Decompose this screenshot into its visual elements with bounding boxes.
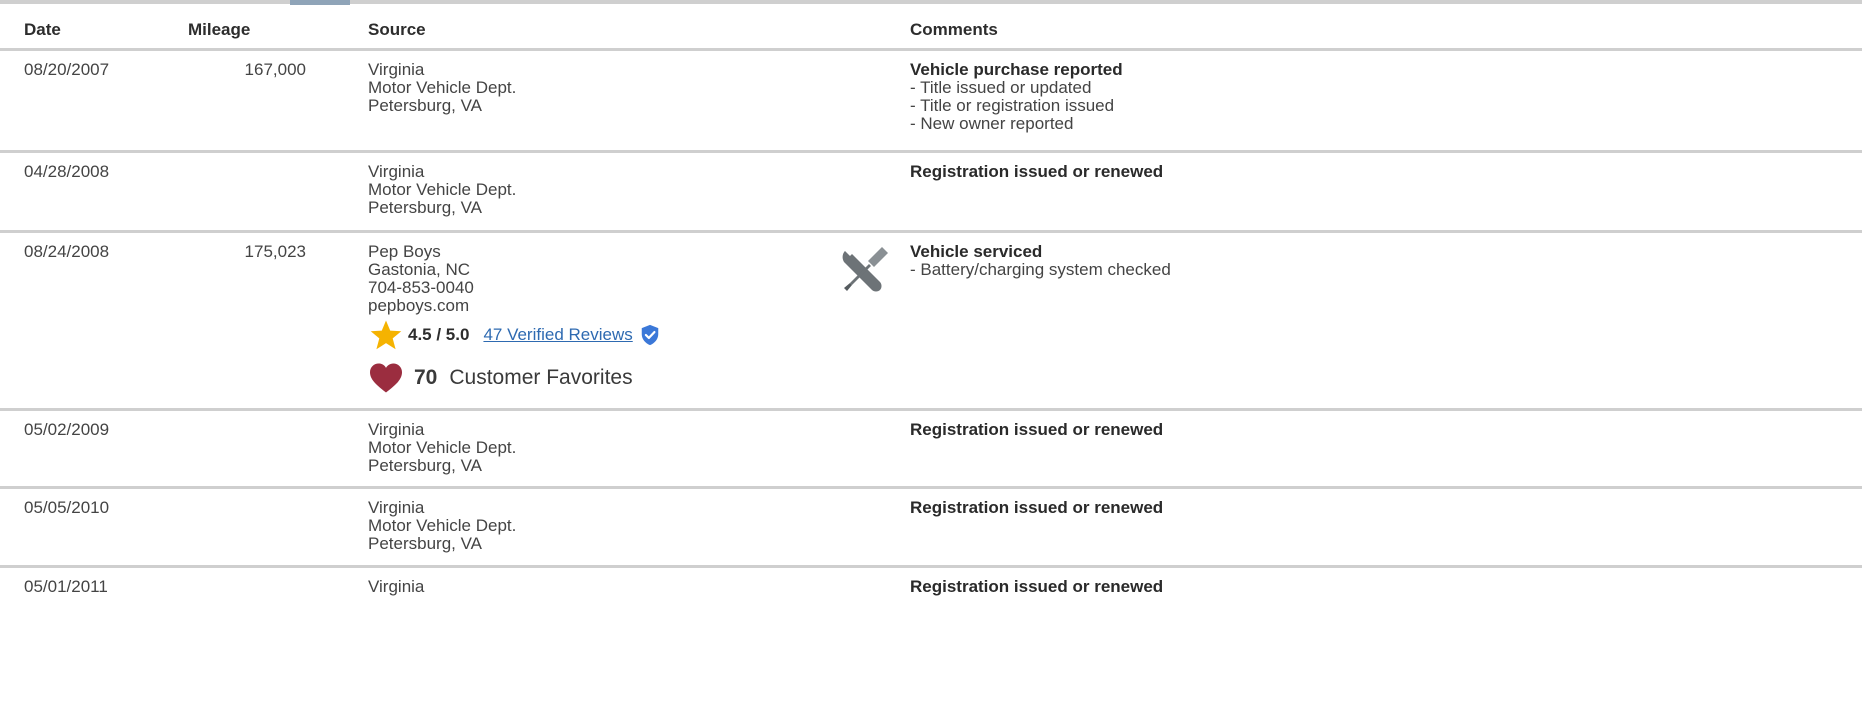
source-line: Motor Vehicle Dept. [368, 516, 517, 535]
row-comments: Registration issued or renewed [910, 163, 1163, 181]
column-header-mileage: Mileage [188, 20, 251, 39]
row-source: Virginia [368, 578, 424, 596]
row-source: Virginia Motor Vehicle Dept. Petersburg,… [368, 499, 516, 553]
comment-item: - Battery/charging system checked [910, 260, 1171, 279]
top-border [0, 0, 1862, 4]
comment-title: Vehicle serviced [910, 242, 1043, 261]
comment-title: Registration issued or renewed [910, 162, 1164, 181]
row-comments: Vehicle serviced - Battery/charging syst… [910, 243, 1171, 279]
table-row: 08/20/2007 167,000 Virginia Motor Vehicl… [0, 51, 1862, 153]
comment-title: Registration issued or renewed [910, 420, 1164, 439]
table-row: 08/24/2008 175,023 Pep Boys Gastonia, NC… [0, 233, 1862, 411]
source-line: Virginia [368, 420, 425, 439]
source-line: Gastonia, NC [368, 260, 471, 279]
row-comments: Registration issued or renewed [910, 421, 1163, 439]
source-line: Petersburg, VA [368, 96, 483, 115]
row-comments: Vehicle purchase reported - Title issued… [910, 61, 1123, 133]
heart-icon [370, 363, 402, 393]
rating-value: 4.5 / 5.0 [408, 325, 470, 344]
row-date: 04/28/2008 [24, 162, 110, 181]
comment-title: Vehicle purchase reported [910, 60, 1123, 79]
table-header: Date Mileage Source Comments [0, 5, 1862, 51]
source-line: Petersburg, VA [368, 534, 483, 553]
source-line: Petersburg, VA [368, 456, 483, 475]
comment-title: Registration issued or renewed [910, 498, 1164, 517]
source-line: Virginia [368, 577, 425, 596]
table-row: 05/02/2009 Virginia Motor Vehicle Dept. … [0, 411, 1862, 489]
favorites-count: 70 [414, 366, 438, 389]
row-date: 05/02/2009 [24, 420, 110, 439]
column-header-source: Source [368, 20, 426, 39]
table-row: 05/05/2010 Virginia Motor Vehicle Dept. … [0, 489, 1862, 568]
table-row: 04/28/2008 Virginia Motor Vehicle Dept. … [0, 153, 1862, 233]
row-source: Virginia Motor Vehicle Dept. Petersburg,… [368, 61, 516, 115]
source-line: 704-853-0040 [368, 278, 474, 297]
row-date: 05/01/2011 [24, 577, 108, 596]
row-mileage: 167,000 [244, 60, 306, 79]
column-header-comments: Comments [910, 20, 998, 39]
comment-item: - New owner reported [910, 114, 1074, 133]
favorites-label: Customer Favorites [449, 366, 633, 389]
verified-reviews-link[interactable]: 47 Verified Reviews [483, 325, 632, 345]
source-line: Pep Boys [368, 242, 441, 261]
row-source: Virginia Motor Vehicle Dept. Petersburg,… [368, 421, 516, 475]
source-line: Motor Vehicle Dept. [368, 180, 517, 199]
comment-title: Registration issued or renewed [910, 577, 1164, 596]
star-icon [370, 320, 402, 350]
verified-badge-icon [641, 324, 658, 346]
row-date: 08/24/2008 [24, 242, 110, 261]
row-comments: Registration issued or renewed [910, 499, 1163, 517]
row-mileage: 175,023 [244, 242, 306, 261]
customer-favorites: 70 Customer Favorites [368, 361, 633, 395]
row-comments: Registration issued or renewed [910, 578, 1163, 596]
source-line: Virginia [368, 60, 425, 79]
comment-item: - Title or registration issued [910, 96, 1115, 115]
row-date: 05/05/2010 [24, 498, 110, 517]
source-line: Motor Vehicle Dept. [368, 78, 517, 97]
shop-rating: 4.5 / 5.0 47 Verified Reviews [368, 319, 661, 351]
source-line: Petersburg, VA [368, 198, 483, 217]
row-date: 08/20/2007 [24, 60, 110, 79]
source-line: Virginia [368, 498, 425, 517]
column-header-date: Date [24, 20, 61, 39]
row-source: Virginia Motor Vehicle Dept. Petersburg,… [368, 163, 516, 217]
table-row: 05/01/2011 Virginia Registration issued … [0, 568, 1862, 709]
vehicle-history-page: Date Mileage Source Comments 08/20/2007 … [0, 0, 1862, 709]
source-line: Virginia [368, 162, 425, 181]
comment-item: - Title issued or updated [910, 78, 1092, 97]
source-line: pepboys.com [368, 296, 470, 315]
source-line: Motor Vehicle Dept. [368, 438, 517, 457]
row-source: Pep Boys Gastonia, NC 704-853-0040 pepbo… [368, 243, 474, 315]
wrench-screwdriver-icon [841, 244, 888, 292]
